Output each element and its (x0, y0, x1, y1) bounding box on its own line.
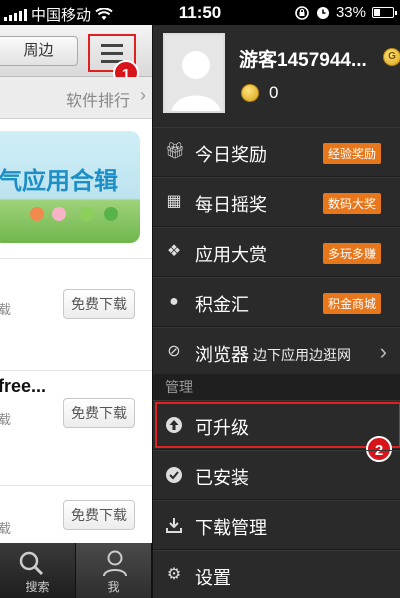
menu-item-subtitle: 边下应用边逛网 (253, 347, 351, 363)
top-nav: 周边 1 (0, 25, 152, 86)
free-download-button[interactable]: 免费下载 (63, 398, 135, 428)
menu-item-tag: 经验奖励 (322, 143, 381, 164)
menu-item-label: 积金汇 (195, 295, 249, 315)
menu-item-label: 每日摇奖 (195, 195, 267, 215)
menu-item-points-mall[interactable]: ● 积金汇 积金商城 (153, 277, 400, 327)
chevron-right-icon: › (379, 339, 387, 364)
section-header-manage: 管理 (153, 374, 400, 400)
coins-icon: ● (169, 293, 179, 310)
username: 游客1457944... (239, 50, 367, 71)
list-item[interactable]: free... 载 免费下载 (0, 370, 152, 485)
coin-count: 0 (269, 83, 279, 102)
menu-item-label: 应用大赏 (195, 245, 267, 265)
compass-icon: ⊘ (167, 343, 181, 360)
promo-banner[interactable]: 气应用合辑 (0, 131, 140, 243)
chevron-right-icon: › (140, 85, 146, 105)
check-icon (166, 467, 182, 483)
nearby-button[interactable]: 周边 (0, 36, 78, 66)
banner-title: 气应用合辑 (0, 168, 118, 195)
menu-item-tag: 积金商城 (322, 293, 381, 314)
menu-item-tag: 多玩多赚 (322, 243, 381, 264)
diamond-icon: ❖ (166, 243, 182, 260)
menu-item-label: 已安装 (195, 468, 249, 488)
list-item[interactable]: 载 免费下载 (0, 485, 152, 545)
tree-illustration (80, 207, 94, 221)
item-subtitle: 载 (0, 521, 12, 536)
battery-label: 33% (335, 4, 366, 21)
menu-item-label: 设置 (195, 568, 231, 588)
tree-illustration (104, 207, 118, 221)
avatar[interactable] (163, 33, 225, 113)
menu-item-download-manager[interactable]: 下载管理 (153, 500, 400, 550)
rotation-lock-icon (295, 5, 309, 20)
status-bar: 中国移动 11:50 33% (0, 0, 400, 25)
tab-search-label: 搜索 (25, 580, 50, 594)
profile-header[interactable]: 游客1457944... G 0 (153, 25, 400, 121)
bottom-tab-bar: 搜索 我 (0, 543, 152, 598)
menu-item-label: 浏览器 (195, 345, 249, 365)
hamburger-icon (101, 43, 123, 47)
menu-item-app-award[interactable]: ❖ 应用大赏 多玩多赚 (153, 227, 400, 277)
tab-search[interactable]: 搜索 (0, 543, 76, 598)
tree-illustration (30, 207, 44, 221)
tab-me-label: 我 (107, 580, 120, 594)
menu-item-browser[interactable]: ⊘ 浏览器 边下应用边逛网 › (153, 327, 400, 377)
alarm-icon (316, 6, 329, 19)
hamburger-icon-line (101, 51, 123, 55)
gift-icon: 🎁︎ (165, 143, 186, 160)
calendar-icon: ▦ (166, 193, 182, 210)
status-right: 33% (294, 4, 397, 21)
menu-item-tag: 数码大奖 (322, 193, 381, 214)
menu-item-daily-reward[interactable]: 🎁︎ 今日奖励 经验奖励 (153, 127, 400, 177)
item-subtitle: 载 (0, 302, 12, 317)
menu-item-daily-lottery[interactable]: ▦ 每日摇奖 数码大奖 (153, 177, 400, 227)
list-item[interactable]: 载 免费下载 (0, 258, 152, 370)
main-app-panel: 周边 1 软件排行 › 气应用合辑 载 免费下载 free... 载 免费下载 … (0, 25, 152, 598)
item-title: free... (0, 376, 47, 396)
tab-me[interactable]: 我 (76, 543, 152, 598)
rank-label: 软件排行 (65, 93, 130, 110)
coin-icon (241, 84, 259, 102)
user-icon (103, 550, 127, 577)
software-rank-bar[interactable]: 软件排行 › (0, 77, 152, 119)
level-badge-icon: G (383, 48, 400, 66)
item-subtitle: 载 (0, 412, 12, 427)
free-download-button[interactable]: 免费下载 (63, 289, 135, 319)
default-avatar-icon (165, 35, 223, 111)
menu-item-label: 今日奖励 (195, 145, 267, 165)
menu-item-label: 下载管理 (195, 518, 267, 538)
battery-icon (372, 7, 397, 18)
gear-icon: ⚙︎ (166, 566, 182, 583)
menu-item-installed[interactable]: 已安装 (153, 450, 400, 500)
tree-illustration (52, 207, 66, 221)
highlight-box (155, 402, 400, 448)
download-icon (166, 518, 182, 533)
search-icon (19, 551, 44, 576)
menu-item-settings[interactable]: ⚙︎ 设置 (153, 550, 400, 598)
free-download-button[interactable]: 免费下载 (63, 500, 135, 530)
side-drawer: 游客1457944... G 0 🎁︎ 今日奖励 经验奖励 ▦ 每日摇奖 数码大… (152, 25, 400, 598)
